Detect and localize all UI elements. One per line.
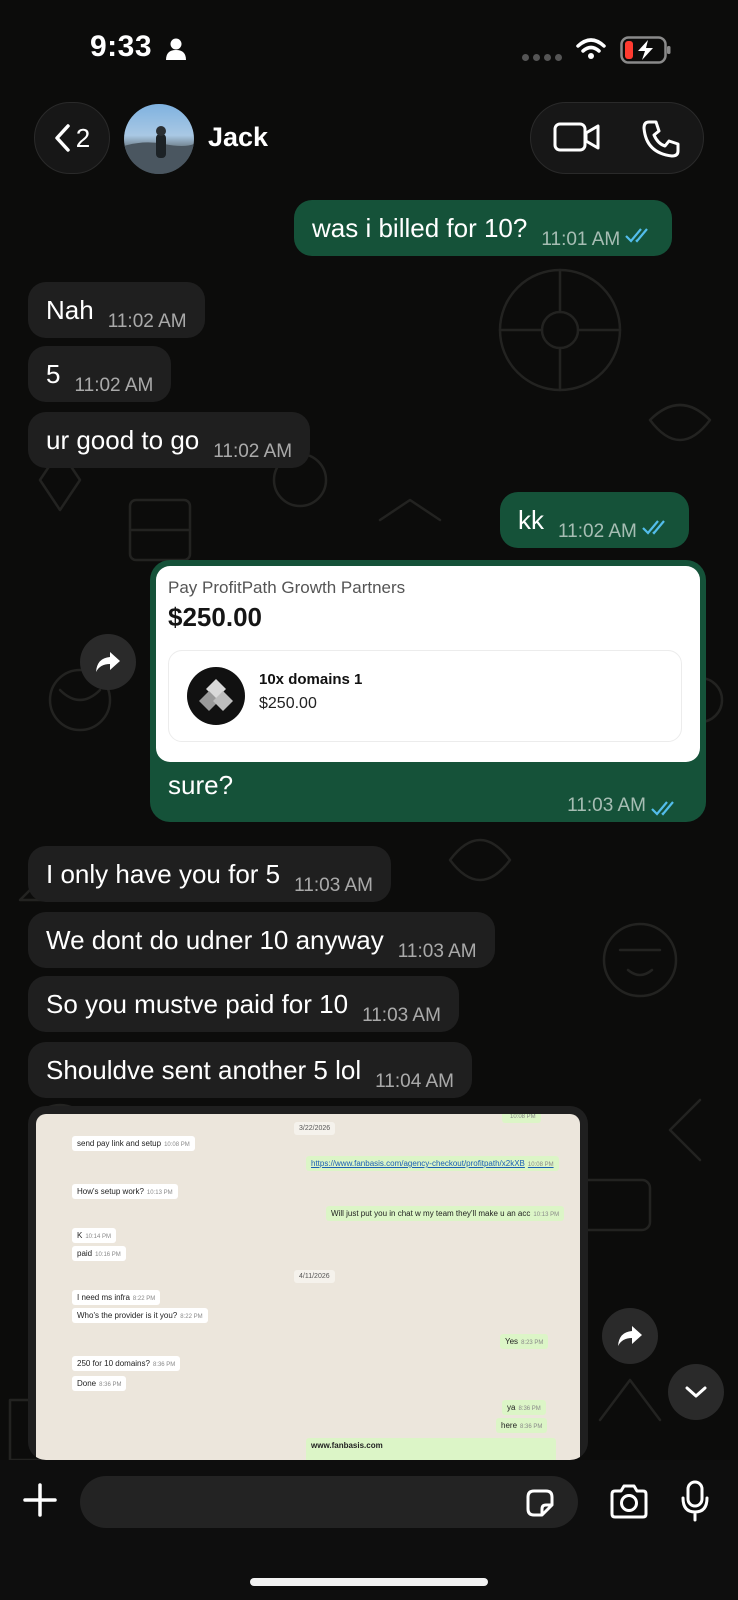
forward-arrow-icon [618, 1326, 642, 1346]
message-text: sure? [168, 770, 234, 800]
message-text: 5 [46, 359, 61, 389]
screenshot-message: Done 8:36 PM [72, 1376, 127, 1391]
screenshot-date: 3/22/2026 [294, 1122, 336, 1135]
image-message-bubble[interactable]: 10:08 PM 3/22/2026 send pay link and set… [28, 1106, 588, 1460]
message-input[interactable] [80, 1476, 578, 1528]
video-camera-icon [553, 122, 600, 152]
chevron-left-icon [55, 124, 70, 152]
screenshot-message: 250 for 10 domains? 8:36 PM [72, 1356, 181, 1371]
sticker-icon [526, 1489, 554, 1517]
message-bubble-outgoing[interactable]: kk 11:02 AM [500, 492, 689, 548]
plus-icon [23, 1483, 57, 1517]
phone-icon [642, 120, 680, 158]
voice-call-button[interactable] [641, 119, 681, 164]
attach-button[interactable] [22, 1482, 58, 1523]
screenshot-message: Yes 8:23 PM [500, 1334, 549, 1349]
screenshot-link-message: https://www.fanbasis.com/agency-checkout… [306, 1156, 559, 1171]
avatar[interactable] [124, 104, 194, 174]
screenshot-message: Will just put you in chat w my team they… [326, 1206, 565, 1221]
chevron-down-icon [685, 1386, 707, 1398]
message-bubble-incoming[interactable]: 5 11:02 AM [28, 346, 172, 402]
wifi-icon [576, 38, 606, 65]
person-icon [166, 38, 186, 65]
scroll-to-bottom-button[interactable] [668, 1364, 724, 1420]
message-text: Shouldve sent another 5 lol [46, 1055, 362, 1085]
screenshot-message: ya 8:36 PM [502, 1400, 546, 1415]
chat-screenshot-image[interactable]: 10:08 PM 3/22/2026 send pay link and set… [36, 1114, 580, 1460]
payment-item-price: $250.00 [259, 695, 317, 712]
screenshot-message: 10:08 PM [502, 1114, 541, 1123]
unread-count: 2 [75, 122, 91, 153]
video-call-button[interactable] [553, 119, 601, 160]
message-time: 11:03 AM [362, 1005, 441, 1026]
back-button[interactable]: 2 [34, 102, 110, 174]
message-text: I only have you for 5 [46, 859, 281, 889]
screenshot-message: send pay link and setup 10:08 PM [72, 1136, 195, 1151]
read-receipt-icon [650, 799, 680, 823]
message-text: was i billed for 10? [312, 213, 528, 243]
message-time: 11:02 AM [213, 441, 293, 462]
message-time: 11:03 AM [294, 875, 374, 896]
battery-charging-icon [620, 36, 672, 69]
message-text: So you mustve paid for 10 [46, 989, 349, 1019]
message-text: kk [518, 505, 544, 535]
status-bar: 9:33 [0, 0, 738, 96]
screenshot-message: I need ms infra 8:22 PM [72, 1290, 161, 1305]
payment-line-item: 10x domains 1 $250.00 [168, 650, 682, 742]
message-bubble-outgoing[interactable]: was i billed for 10? 11:01 AM [294, 200, 673, 256]
forward-arrow-icon [96, 652, 120, 672]
product-logo-icon [187, 667, 245, 725]
home-indicator [250, 1578, 488, 1586]
chat-header: 2 Jack [0, 96, 738, 196]
message-time: 11:02 AM [74, 375, 154, 396]
message-time: 11:02 AM [107, 311, 187, 332]
contact-name[interactable]: Jack [208, 122, 268, 153]
forward-button[interactable] [80, 634, 136, 690]
camera-button[interactable] [608, 1484, 650, 1525]
message-bubble-incoming[interactable]: I only have you for 5 11:03 AM [28, 846, 392, 902]
payment-merchant: Pay ProfitPath Growth Partners [168, 578, 406, 597]
message-composer [0, 1460, 738, 1600]
message-text: Nah [46, 295, 94, 325]
message-bubble-incoming[interactable]: Nah 11:02 AM [28, 282, 205, 338]
message-bubble-incoming[interactable]: Shouldve sent another 5 lol 11:04 AM [28, 1042, 472, 1098]
screenshot-message: www.fanbasis.com [306, 1438, 556, 1460]
sticker-button[interactable] [524, 1487, 556, 1524]
screenshot-message: here 8:36 PM [496, 1418, 548, 1433]
message-time: 11:03 AM [567, 794, 680, 818]
payment-item-name: 10x domains 1 [259, 671, 363, 688]
message-bubble-incoming[interactable]: We dont do udner 10 anyway 11:03 AM [28, 912, 495, 968]
message-time: 11:02 AM [558, 521, 637, 542]
voice-message-button[interactable] [680, 1480, 710, 1527]
message-bubble-incoming[interactable]: ur good to go 11:02 AM [28, 412, 311, 468]
camera-icon [610, 1484, 648, 1519]
message-bubble-incoming[interactable]: So you mustve paid for 10 11:03 AM [28, 976, 459, 1032]
screenshot-message: Who's the provider is it you? 8:22 PM [72, 1308, 208, 1323]
message-time: 11:03 AM [397, 941, 477, 962]
read-receipt-icon [624, 207, 654, 263]
call-actions [530, 102, 704, 174]
payment-message-bubble[interactable]: Pay ProfitPath Growth Partners $250.00 1… [150, 560, 706, 822]
message-text: ur good to go [46, 425, 200, 455]
forward-button[interactable] [602, 1308, 658, 1364]
screenshot-message: How's setup work? 10:13 PM [72, 1184, 178, 1199]
screenshot-message: paid 10:16 PM [72, 1246, 126, 1261]
cellular-signal-icon [522, 54, 562, 61]
payment-card[interactable]: Pay ProfitPath Growth Partners $250.00 1… [156, 566, 700, 762]
microphone-icon [681, 1480, 709, 1522]
screenshot-message: K 10:14 PM [72, 1228, 117, 1243]
status-time: 9:33 [90, 30, 153, 63]
message-time: 11:01 AM [541, 229, 621, 250]
message-time: 11:04 AM [375, 1071, 454, 1092]
read-receipt-icon [641, 499, 671, 555]
screenshot-date: 4/11/2026 [294, 1270, 335, 1283]
payment-amount: $250.00 [168, 602, 262, 632]
message-text: We dont do udner 10 anyway [46, 925, 384, 955]
